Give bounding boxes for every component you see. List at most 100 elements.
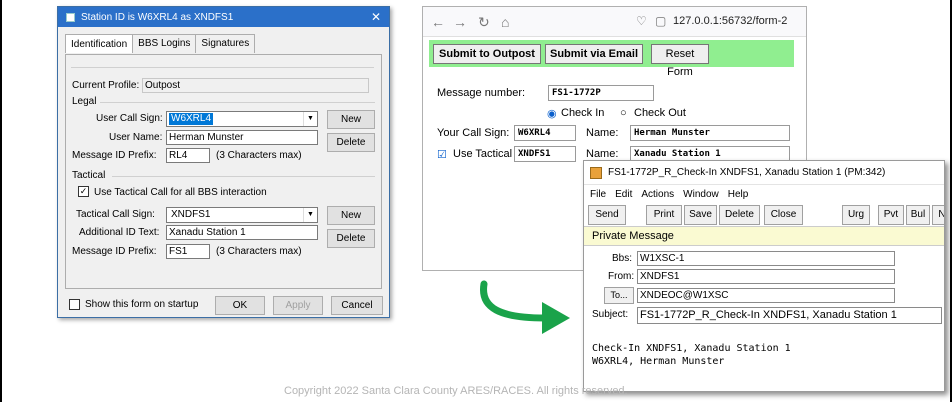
- tactical-call-sign-value: XNDFS1: [171, 209, 211, 220]
- bbs-field[interactable]: W1XSC-1: [637, 251, 895, 266]
- message-number-field[interactable]: FS1-1772P: [548, 85, 654, 101]
- dialog-title: Station ID is W6XRL4 as XNDFS1: [81, 11, 234, 23]
- chevron-down-icon[interactable]: ▼: [303, 208, 317, 222]
- menu-edit[interactable]: Edit: [615, 189, 632, 200]
- browser-toolbar: ← → ↻ ⌂ ♡ ▢ 127.0.0.1:56732/form-2: [423, 7, 806, 37]
- message-body[interactable]: Check-In XNDFS1, Xanadu Station 1 W6XRL4…: [592, 342, 791, 368]
- check-in-radio[interactable]: ◉: [547, 107, 557, 120]
- show-on-startup-label: Show this form on startup: [85, 299, 199, 310]
- menu-help[interactable]: Help: [728, 189, 749, 200]
- slide: Station ID is W6XRL4 as XNDFS1 ✕ Identif…: [0, 0, 952, 402]
- legal-delete-button[interactable]: Delete: [327, 133, 375, 152]
- legal-chars-max-note: (3 Characters max): [216, 150, 302, 161]
- tab-bbs-logins[interactable]: BBS Logins: [132, 34, 197, 53]
- name-field[interactable]: Herman Munster: [630, 125, 790, 141]
- subject-field[interactable]: FS1-1772P_R_Check-In XNDFS1, Xanadu Stat…: [637, 307, 942, 324]
- tactical-call-sign-combo[interactable]: XNDFS1 ▼: [166, 207, 318, 223]
- dialog-titlebar: Station ID is W6XRL4 as XNDFS1 ✕: [58, 7, 389, 27]
- your-call-sign-label: Your Call Sign:: [437, 127, 510, 139]
- tactical-new-button[interactable]: New: [327, 206, 375, 225]
- bbs-label: Bbs:: [612, 253, 633, 264]
- additional-id-field[interactable]: Xanadu Station 1: [166, 225, 318, 240]
- station-id-dialog: Station ID is W6XRL4 as XNDFS1 ✕ Identif…: [57, 6, 390, 318]
- tab-identification[interactable]: Identification: [65, 34, 134, 53]
- check-out-label: Check Out: [634, 107, 686, 119]
- tactical-chars-max-note: (3 Characters max): [216, 246, 302, 257]
- use-tactical-checkbox[interactable]: ☑: [437, 148, 447, 161]
- menu-file[interactable]: File: [590, 189, 606, 200]
- legal-group-label: Legal: [72, 96, 97, 107]
- message-icon: [590, 166, 602, 179]
- submit-to-outpost-button[interactable]: Submit to Outpost: [433, 44, 541, 64]
- menu-bar: File Edit Actions Window Help: [584, 185, 944, 203]
- top-divider: [71, 67, 374, 68]
- tactical-message-id-prefix-field[interactable]: FS1: [166, 244, 210, 259]
- page-icon: ▢: [655, 14, 667, 28]
- your-call-sign-field[interactable]: W6XRL4: [514, 125, 576, 141]
- legal-new-button[interactable]: New: [327, 110, 375, 129]
- left-border: [0, 0, 2, 402]
- current-profile-field: Outpost: [142, 78, 369, 93]
- home-icon[interactable]: ⌂: [501, 14, 509, 30]
- use-tactical-checkbox[interactable]: ✓: [78, 186, 89, 197]
- user-call-sign-combo[interactable]: W6XRL4 ▼: [166, 111, 318, 127]
- body-line-1: Check-In XNDFS1, Xanadu Station 1: [592, 343, 791, 354]
- copyright-footer: Copyright 2022 Santa Clara County ARES/R…: [284, 385, 628, 397]
- arrow-icon: [480, 280, 570, 334]
- menu-window[interactable]: Window: [683, 189, 719, 200]
- legal-divider: [100, 102, 375, 103]
- tactical-delete-button[interactable]: Delete: [327, 229, 375, 248]
- save-button[interactable]: Save: [684, 205, 717, 225]
- identification-panel: Current Profile: Outpost Legal User Call…: [65, 54, 382, 289]
- apply-button[interactable]: Apply: [273, 296, 323, 315]
- nts-button[interactable]: N: [932, 205, 944, 225]
- message-toolbar: Send Print Save Delete Close Urg Pvt Bul…: [584, 203, 944, 227]
- send-button[interactable]: Send: [588, 205, 626, 225]
- close-button[interactable]: Close: [764, 205, 803, 225]
- app-icon: [66, 12, 75, 22]
- user-name-label: User Name:: [109, 132, 163, 143]
- private-button[interactable]: Pvt: [878, 205, 904, 225]
- dialog-tabs: Identification BBS Logins Signatures: [65, 34, 256, 53]
- to-button[interactable]: To...: [604, 287, 634, 304]
- from-field[interactable]: XNDFS1: [637, 269, 895, 284]
- forward-icon[interactable]: →: [453, 14, 467, 30]
- form-button-bar: Submit to Outpost Submit via Email Reset…: [429, 40, 794, 78]
- message-titlebar: FS1-1772P_R_Check-In XNDFS1, Xanadu Stat…: [584, 161, 944, 185]
- delete-button[interactable]: Delete: [719, 205, 760, 225]
- reset-form-button[interactable]: Reset Form: [651, 44, 709, 78]
- private-message-bar: Private Message: [584, 227, 944, 246]
- user-call-sign-label: User Call Sign:: [96, 113, 163, 124]
- show-on-startup-checkbox[interactable]: [69, 299, 80, 310]
- current-profile-label: Current Profile:: [72, 80, 140, 91]
- tactical-divider: [112, 176, 375, 177]
- check-out-radio[interactable]: ○: [620, 107, 627, 119]
- shield-icon: ♡: [636, 14, 647, 28]
- checkmark-icon: ✓: [79, 186, 88, 196]
- tactical-message-id-prefix-label: Message ID Prefix:: [72, 246, 157, 257]
- ok-button[interactable]: OK: [215, 296, 265, 315]
- from-label: From:: [608, 271, 635, 282]
- body-line-2: W6XRL4, Herman Munster: [592, 356, 725, 367]
- to-field[interactable]: XNDEOC@W1XSC: [637, 288, 895, 303]
- submit-via-email-button[interactable]: Submit via Email: [545, 44, 643, 64]
- bulletin-button[interactable]: Bul: [906, 205, 930, 225]
- back-icon[interactable]: ←: [431, 14, 445, 30]
- legal-message-id-prefix-field[interactable]: RL4: [166, 148, 210, 163]
- cancel-button[interactable]: Cancel: [331, 296, 383, 315]
- check-in-label: Check In: [561, 107, 605, 119]
- urgent-button[interactable]: Urg: [842, 205, 870, 225]
- tactical-call-sign-label: Tactical Call Sign:: [76, 209, 155, 220]
- reload-icon[interactable]: ↻: [478, 14, 490, 31]
- print-button[interactable]: Print: [646, 205, 682, 225]
- tactical-call-field[interactable]: XNDFS1: [514, 146, 576, 162]
- user-name-field[interactable]: Herman Munster: [166, 130, 318, 145]
- tactical-group-label: Tactical: [72, 170, 106, 181]
- menu-actions[interactable]: Actions: [641, 189, 674, 200]
- close-icon[interactable]: ✕: [363, 10, 389, 24]
- address-bar[interactable]: 127.0.0.1:56732/form-2: [673, 15, 787, 27]
- additional-id-label: Additional ID Text:: [79, 227, 160, 238]
- name-label: Name:: [586, 127, 619, 139]
- chevron-down-icon[interactable]: ▼: [303, 112, 317, 126]
- tab-signatures[interactable]: Signatures: [195, 34, 256, 53]
